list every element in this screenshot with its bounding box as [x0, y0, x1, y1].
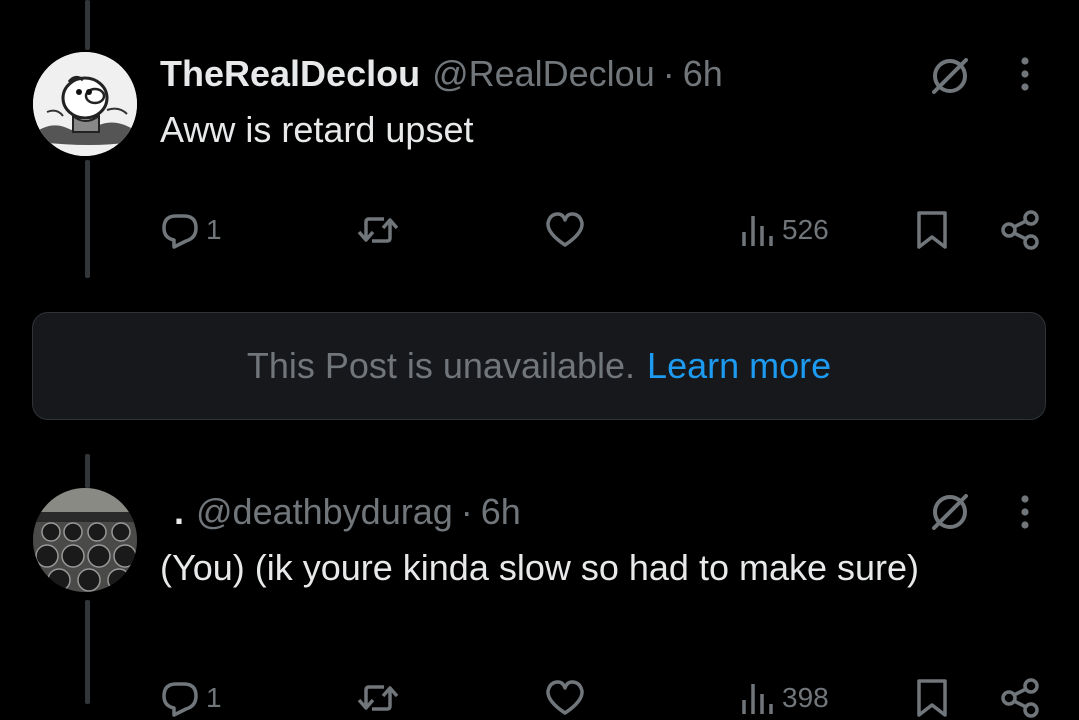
heart-icon	[546, 212, 584, 247]
unavailable-post-card: This Post is unavailable. Learn more	[32, 312, 1046, 420]
reply-icon	[162, 682, 198, 717]
bookmark-icon	[917, 679, 947, 717]
repost-button[interactable]	[356, 208, 400, 252]
separator: ·	[460, 491, 473, 532]
repost-icon	[357, 217, 399, 243]
reply-icon	[162, 214, 198, 249]
share-icon	[1001, 678, 1039, 718]
no-symbol-icon[interactable]	[926, 54, 974, 98]
repost-icon	[357, 685, 399, 711]
views-button[interactable]: 398	[740, 676, 829, 720]
like-button[interactable]	[544, 676, 586, 720]
post-time[interactable]: 6h	[481, 491, 521, 533]
user-handle[interactable]: @RealDeclou	[432, 53, 655, 95]
post-text: (You) (ik youre kinda slow so had to mak…	[160, 547, 920, 588]
user-handle[interactable]: @deathbydurag	[196, 491, 453, 533]
post-header: TheRealDeclou @RealDeclou · 6h	[160, 50, 723, 98]
bookmark-button[interactable]	[914, 676, 950, 720]
like-button[interactable]	[544, 208, 586, 252]
bookmark-icon	[917, 211, 947, 249]
unavailable-message: This Post is unavailable.	[246, 345, 636, 386]
share-icon	[1001, 210, 1039, 250]
views-bar-chart-icon	[742, 684, 773, 714]
more-vertical-icon[interactable]	[1010, 52, 1040, 96]
share-button[interactable]	[1000, 676, 1042, 720]
post-text: Aww is retard upset	[160, 109, 474, 150]
reply-count: 1	[206, 682, 222, 713]
display-name[interactable]: .	[174, 491, 184, 533]
reply-count: 1	[206, 214, 222, 245]
repost-button[interactable]	[356, 676, 400, 720]
avatar[interactable]	[33, 488, 137, 592]
views-bar-chart-icon	[742, 216, 773, 246]
more-vertical-icon[interactable]	[1010, 490, 1040, 534]
reply-button[interactable]: 1	[160, 676, 222, 720]
reply-button[interactable]: 1	[160, 208, 222, 252]
share-button[interactable]	[1000, 208, 1042, 252]
thread-line-post2-top	[85, 454, 90, 488]
thread-line-top	[85, 0, 90, 50]
views-button[interactable]: 526	[740, 208, 829, 252]
no-symbol-icon[interactable]	[926, 490, 974, 534]
thread-line-post1	[85, 160, 90, 278]
views-count: 398	[782, 682, 829, 713]
avatar[interactable]	[33, 52, 137, 156]
bookmark-button[interactable]	[914, 208, 950, 252]
display-name[interactable]: TheRealDeclou	[160, 53, 420, 95]
thread-line-post2-bottom	[85, 600, 90, 704]
heart-icon	[546, 680, 584, 715]
learn-more-link[interactable]: Learn more	[647, 345, 831, 387]
post-time[interactable]: 6h	[683, 53, 723, 95]
views-count: 526	[782, 214, 829, 245]
post-header: . @deathbydurag · 6h	[160, 488, 521, 536]
separator: ·	[662, 53, 675, 94]
